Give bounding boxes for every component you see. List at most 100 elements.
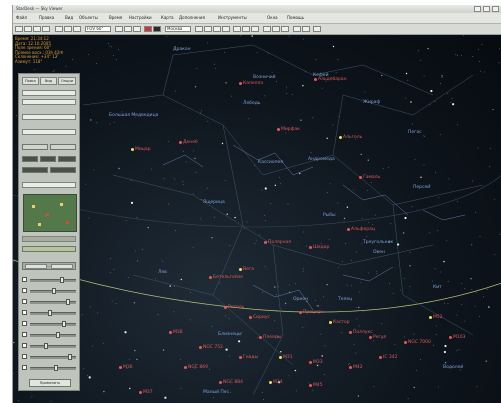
constellation-label[interactable]: Большая Медведица	[109, 113, 158, 118]
slider-knob[interactable]	[52, 288, 56, 294]
mode-button-5[interactable]	[50, 167, 76, 173]
night-mode-icon[interactable]	[153, 26, 161, 32]
stop-icon[interactable]	[144, 26, 152, 32]
close-button[interactable]	[492, 6, 499, 12]
telescope-icon[interactable]	[263, 26, 271, 32]
slider-knob[interactable]	[44, 343, 48, 349]
object-marker[interactable]	[169, 331, 172, 334]
constellation-label[interactable]: Возничий	[253, 75, 276, 80]
object-marker[interactable]	[349, 366, 352, 369]
tab-options[interactable]: Опции	[58, 77, 76, 85]
object-marker[interactable]	[314, 78, 317, 81]
fullscreen-icon[interactable]	[293, 26, 301, 32]
object-marker[interactable]	[269, 381, 272, 384]
layer-slider[interactable]	[30, 345, 76, 348]
object-label[interactable]: Гамаль	[363, 175, 380, 180]
object-marker[interactable]	[224, 306, 227, 309]
object-label[interactable]: M34	[273, 380, 283, 385]
menu-settings[interactable]: Настройки	[129, 13, 152, 23]
info-icon[interactable]	[313, 26, 321, 32]
zoom-out-icon[interactable]	[64, 26, 72, 32]
object-marker[interactable]	[369, 336, 372, 339]
labels-icon[interactable]	[213, 26, 221, 32]
layer-checkbox[interactable]	[22, 365, 27, 370]
layer-checkbox[interactable]	[22, 354, 27, 359]
planets-icon[interactable]	[233, 26, 241, 32]
slider-knob[interactable]	[56, 332, 60, 338]
center-icon[interactable]	[73, 26, 81, 32]
object-marker[interactable]	[404, 341, 407, 344]
constellation-lines-icon[interactable]	[204, 26, 212, 32]
location-combo[interactable]: Москва	[165, 26, 191, 32]
object-label[interactable]: M37	[143, 390, 153, 395]
tab-search[interactable]: Поиск	[22, 77, 39, 85]
sky-map[interactable]: Время: 21:34:12 Дата: 12.10.2005 Поле зр…	[13, 35, 501, 403]
layer-slider[interactable]	[30, 279, 76, 282]
menu-file[interactable]: Файл	[16, 13, 27, 23]
time-back-icon[interactable]	[115, 26, 123, 32]
layer-slider[interactable]	[30, 312, 76, 315]
object-label[interactable]: Шедар	[313, 245, 329, 250]
mode-button-2[interactable]	[40, 156, 56, 162]
constellation-label[interactable]: Жираф	[363, 100, 380, 105]
find-button[interactable]	[22, 144, 48, 150]
object-marker[interactable]	[339, 136, 342, 139]
menu-help[interactable]: Помощь	[287, 13, 304, 23]
fov-combo[interactable]: FOV 60°	[85, 26, 111, 32]
slider-knob[interactable]	[62, 321, 66, 327]
object-label[interactable]: Капелла	[243, 81, 263, 86]
mode-button-3[interactable]	[58, 156, 76, 162]
milky-way-icon[interactable]	[251, 26, 259, 32]
slider-knob[interactable]	[66, 299, 70, 305]
slider-knob[interactable]	[48, 310, 52, 316]
open-icon[interactable]	[24, 26, 32, 32]
object-marker[interactable]	[299, 311, 302, 314]
constellation-label[interactable]: Треугольник	[363, 240, 393, 245]
object-marker[interactable]	[279, 356, 282, 359]
constellation-label[interactable]: Персей	[413, 185, 430, 190]
object-marker[interactable]	[309, 384, 312, 387]
tab-view[interactable]: Вид	[40, 77, 57, 85]
object-label[interactable]: Денеб	[183, 140, 198, 145]
object-label[interactable]: Мирфак	[281, 127, 300, 132]
settings-icon[interactable]	[281, 26, 289, 32]
constellation-label[interactable]: Водолей	[443, 365, 463, 370]
object-marker[interactable]	[184, 366, 187, 369]
object-marker[interactable]	[309, 361, 312, 364]
object-label[interactable]: M33	[313, 360, 323, 365]
maximize-button[interactable]	[483, 6, 490, 12]
constellation-label[interactable]: Лев	[158, 270, 167, 275]
object-label[interactable]: Альдебаран	[318, 77, 347, 82]
layer-slider[interactable]	[30, 367, 76, 370]
mode-button-4[interactable]	[22, 167, 48, 173]
object-label[interactable]: Регул	[373, 335, 386, 340]
object-marker[interactable]	[259, 336, 262, 339]
object-marker[interactable]	[239, 268, 242, 271]
constellation-label[interactable]: Дракон	[173, 47, 191, 52]
object-marker[interactable]	[239, 356, 242, 359]
object-label[interactable]: M42	[353, 365, 363, 370]
object-marker[interactable]	[449, 336, 452, 339]
constellation-label[interactable]: Рыбы	[323, 213, 336, 218]
tab-layers[interactable]	[25, 264, 47, 269]
layer-slider[interactable]	[30, 334, 76, 337]
object-label[interactable]: Альферац	[351, 227, 375, 232]
object-marker[interactable]	[219, 381, 222, 384]
object-label[interactable]: NGC 884	[223, 380, 243, 385]
menu-time[interactable]: Время	[109, 13, 122, 23]
search-input[interactable]	[22, 90, 76, 96]
time-forward-icon[interactable]	[133, 26, 141, 32]
slider-knob[interactable]	[60, 277, 64, 283]
object-label[interactable]: Мицар	[135, 147, 150, 152]
menu-objects[interactable]: Объекты	[79, 13, 98, 23]
object-label[interactable]: IC 342	[383, 355, 398, 360]
constellation-label[interactable]: Андромеда	[308, 157, 335, 162]
search-icon[interactable]	[272, 26, 280, 32]
layer-checkbox[interactable]	[22, 288, 27, 293]
object-label[interactable]: Альголь	[343, 135, 362, 140]
constellation-label[interactable]: Малый Пес	[203, 390, 229, 395]
constellation-label[interactable]: Близнецы	[218, 332, 242, 337]
object-label[interactable]: Вега	[243, 267, 254, 272]
object-type-select[interactable]	[22, 99, 76, 105]
print-icon[interactable]	[42, 26, 50, 32]
